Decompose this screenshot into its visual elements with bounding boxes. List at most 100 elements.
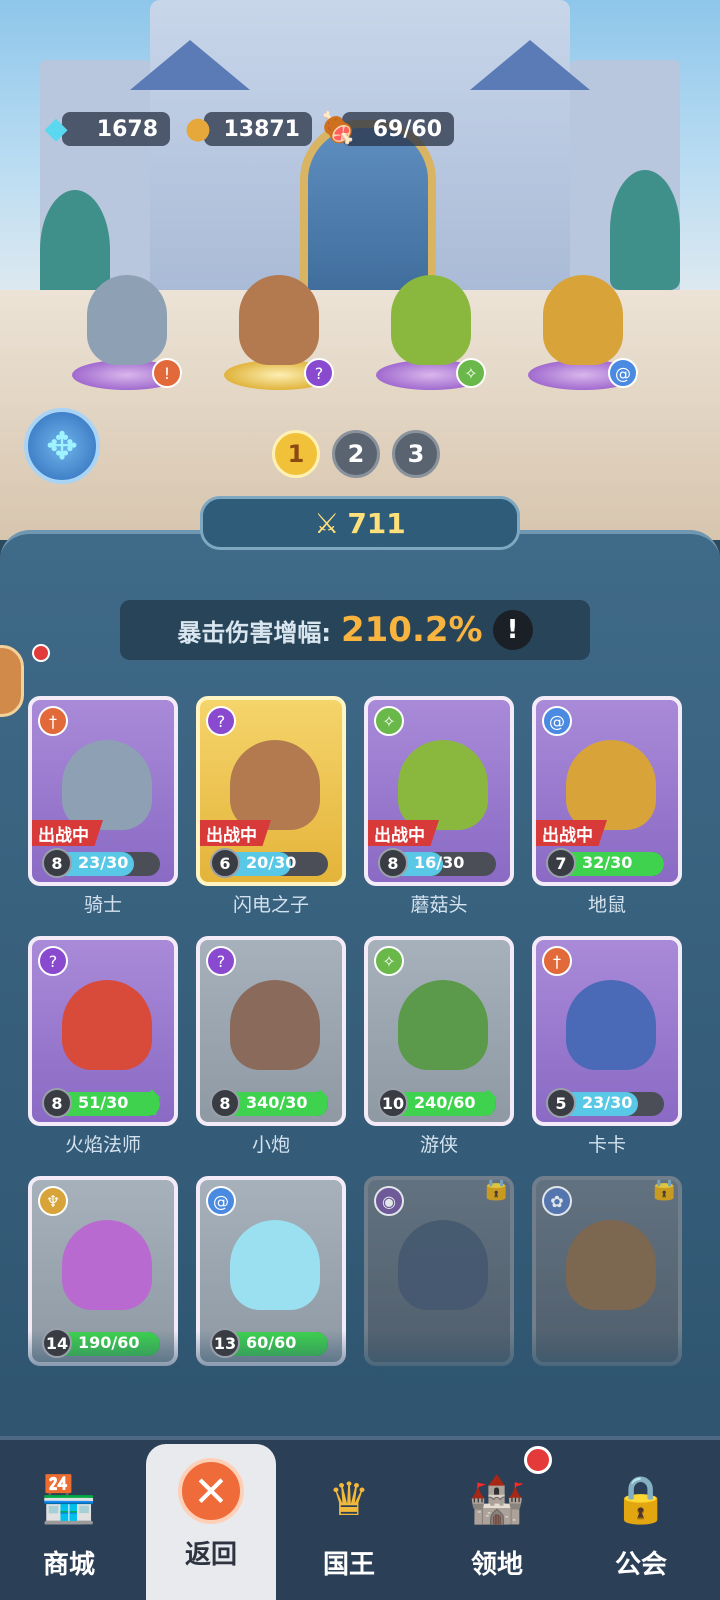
- nav-guild[interactable]: 🔒 公会: [576, 1450, 706, 1600]
- stamina-count: 69/60: [372, 116, 442, 142]
- crown-icon: ♛: [328, 1472, 370, 1526]
- lock-icon: 🔒: [612, 1471, 670, 1526]
- sword-icon: ⚔: [314, 506, 340, 540]
- hero-card[interactable]: ? 出战中 6 20/30: [196, 696, 346, 886]
- team-page-1-button[interactable]: 1: [272, 430, 320, 478]
- hero-card[interactable]: † 5 23/30: [532, 936, 682, 1126]
- mole-figure: [543, 275, 623, 365]
- knight-figure: [87, 275, 167, 365]
- crit-label: 暴击伤害增幅:: [177, 618, 331, 647]
- hero-name: 地鼠: [587, 894, 626, 916]
- diamond-count: 1678: [96, 116, 158, 142]
- wand-class-icon: ?: [206, 946, 236, 976]
- sword-class-icon: !: [152, 358, 182, 388]
- hero-level-badge: 10: [378, 1088, 408, 1118]
- deployed-tag: 出战中: [200, 820, 271, 846]
- hero-card[interactable]: ✧ 出战中 8 16/30: [364, 696, 514, 886]
- hero-portrait: [566, 980, 656, 1070]
- hero-name: 卡卡: [587, 1134, 626, 1156]
- fragment-progress-bar: 8 16/30: [378, 848, 496, 878]
- hero-level-badge: 8: [378, 848, 408, 878]
- fragment-count: 32/30: [582, 853, 633, 872]
- fragment-count: 23/30: [582, 1093, 633, 1112]
- nav-territory-label: 领地: [470, 1550, 523, 1580]
- nav-shop[interactable]: 🏪 商城: [4, 1450, 134, 1600]
- lightning-figure: [239, 275, 319, 365]
- hero-name: 骑士: [83, 894, 122, 916]
- nav-back[interactable]: ✕ 返回: [146, 1444, 276, 1600]
- hero-level-badge: 6: [210, 848, 240, 878]
- spiral-class-icon: @: [542, 706, 572, 736]
- fragment-progress-bar: 8 23/30: [42, 848, 160, 878]
- spiral-class-icon: @: [608, 358, 638, 388]
- roof-right: [470, 40, 590, 90]
- fragment-count: 240/60: [414, 1093, 476, 1112]
- deployed-tag: 出战中: [32, 820, 103, 846]
- close-icon: ✕: [178, 1458, 244, 1524]
- hero-name: 小炮: [251, 1134, 290, 1156]
- wand-class-icon: ?: [206, 706, 236, 736]
- hero-level-badge: 8: [210, 1088, 240, 1118]
- hero-card[interactable]: ? 8 51/30 ⬆: [28, 936, 178, 1126]
- nav-king[interactable]: ♛ 国王: [284, 1450, 414, 1600]
- diamond-icon: ◆: [44, 110, 68, 146]
- bow-class-icon: ✧: [374, 946, 404, 976]
- team-power: ⚔ 711: [200, 496, 520, 550]
- hero-portrait: [62, 740, 152, 830]
- nav-guild-label: 公会: [614, 1550, 667, 1580]
- field-hero-mole[interactable]: @: [518, 250, 648, 390]
- fragment-progress-bar: 5 23/30: [546, 1088, 664, 1118]
- fragment-progress-bar: 7 32/30: [546, 848, 664, 878]
- diamond-counter[interactable]: 1678: [62, 112, 170, 146]
- nav-back-label: 返回: [184, 1540, 237, 1570]
- sword-class-icon: †: [542, 946, 572, 976]
- field-hero-lightning[interactable]: ?: [214, 250, 344, 390]
- sword-class-icon: †: [38, 706, 68, 736]
- fragment-count: 60/60: [246, 1333, 297, 1352]
- fragment-count: 23/30: [78, 853, 129, 872]
- side-event-avatar[interactable]: [0, 645, 24, 717]
- castle-icon: 🏰: [468, 1471, 526, 1526]
- gold-counter[interactable]: 13871: [204, 112, 312, 146]
- hero-card[interactable]: † 出战中 8 23/30: [28, 696, 178, 886]
- hero-level-badge: 13: [210, 1328, 240, 1358]
- wings-class-icon: ♆: [38, 1186, 68, 1216]
- dpad-icon[interactable]: ✥: [24, 408, 100, 484]
- field-hero-mushroom[interactable]: ✧: [366, 250, 496, 390]
- hero-level-badge: 14: [42, 1328, 72, 1358]
- hero-portrait: [230, 1220, 320, 1310]
- hero-card[interactable]: ? 8 340/30 ⬆: [196, 936, 346, 1126]
- fragment-count: 340/30: [246, 1093, 308, 1112]
- hero-portrait: [230, 740, 320, 830]
- nav-king-label: 国王: [322, 1550, 375, 1580]
- fragment-count: 190/60: [78, 1333, 140, 1352]
- hero-card[interactable]: @ 出战中 7 32/30: [532, 696, 682, 886]
- mushroom-figure: [391, 275, 471, 365]
- hero-portrait: [566, 1220, 656, 1310]
- hero-portrait: [62, 1220, 152, 1310]
- upgrade-arrow-icon: ⬆: [305, 1084, 335, 1124]
- power-value: 711: [347, 506, 406, 540]
- wand-class-icon: ?: [304, 358, 334, 388]
- deployed-tag: 出战中: [536, 820, 607, 846]
- paw-class-icon: ✿: [542, 1186, 572, 1216]
- hero-name: 火焰法师: [64, 1134, 141, 1156]
- field-hero-knight[interactable]: !: [62, 250, 192, 390]
- team-page-2-button[interactable]: 2: [332, 430, 380, 478]
- nav-shop-label: 商城: [42, 1550, 95, 1580]
- bow-class-icon: ✧: [374, 706, 404, 736]
- shop-stall-icon: 🏪: [40, 1471, 98, 1526]
- fragment-count: 51/30: [78, 1093, 129, 1112]
- crit-value: 210.2%: [340, 610, 483, 650]
- hero-name: 闪电之子: [232, 894, 309, 916]
- coin-icon: ●: [184, 110, 212, 146]
- page-label: 3: [407, 440, 425, 468]
- lock-icon: 🔒: [480, 1176, 513, 1202]
- hero-level-badge: 5: [546, 1088, 576, 1118]
- team-page-3-button[interactable]: 3: [392, 430, 440, 478]
- hero-name: 游侠: [419, 1134, 458, 1156]
- hero-card[interactable]: ✧ 10 240/60 ⬆: [364, 936, 514, 1126]
- bow-class-icon: ✧: [456, 358, 486, 388]
- meat-stamina-icon: 🍖: [319, 110, 357, 146]
- info-button[interactable]: !: [492, 610, 533, 650]
